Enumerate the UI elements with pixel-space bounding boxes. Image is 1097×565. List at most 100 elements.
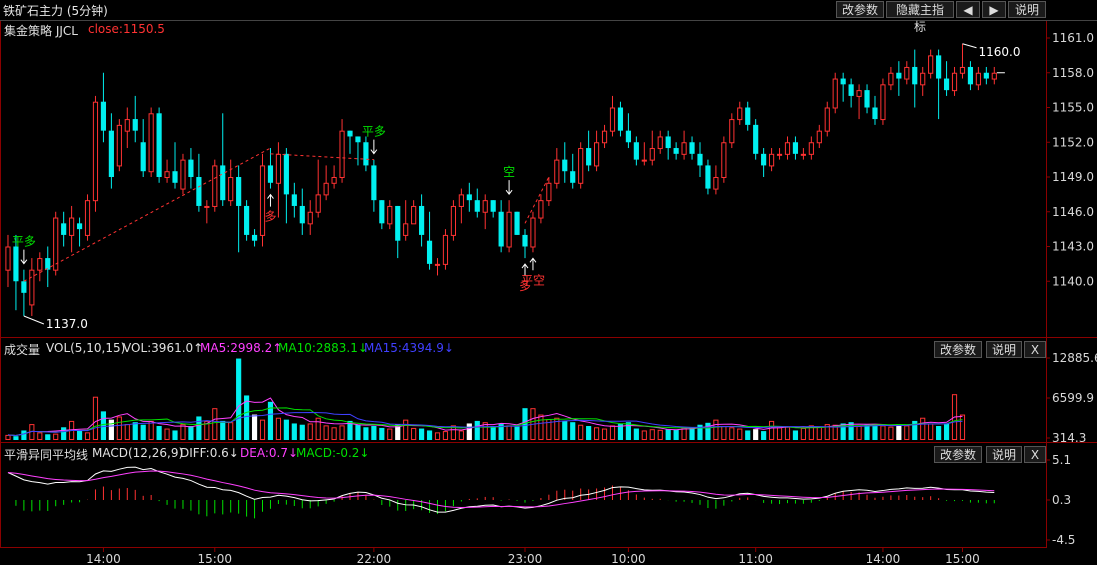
strategy-name: 集金策略 JJCL [4, 24, 78, 38]
candle-body-down [586, 148, 592, 166]
macd-tick-label: 0.3 [1052, 493, 1071, 507]
candle-body-up [951, 72, 958, 92]
volume-change-params-button[interactable]: 改参数 [934, 341, 982, 358]
candle-body-up [776, 153, 783, 156]
volume-bar-down [745, 430, 751, 440]
volume-bar-up [601, 428, 608, 440]
volume-bar-up [323, 425, 329, 440]
candle-body-up [228, 177, 234, 202]
volume-bar-up [856, 425, 862, 441]
low-price-pointer [23, 315, 45, 325]
candle-body-down [522, 234, 528, 247]
candle-body-up [442, 234, 449, 265]
volume-bar-up [737, 428, 743, 440]
candle-body-up [554, 159, 560, 184]
candle-body-up [888, 72, 894, 86]
scroll-right-button[interactable]: ▶ [982, 1, 1006, 18]
candle-body-up [92, 101, 99, 202]
candle-body-up [737, 107, 743, 121]
ma5-value: MA5:2998.2↑ [200, 341, 283, 355]
candle-body-down [251, 234, 258, 241]
candle-body-up [594, 142, 600, 167]
volume-bar-up [5, 434, 11, 440]
price-tick-label: 1152.0 [1052, 135, 1094, 149]
price-tick-label: 1149.0 [1052, 170, 1094, 184]
candle-body-down [132, 119, 138, 131]
candle-body-up [506, 211, 512, 248]
candle-body-up [824, 107, 830, 132]
candle-body-up [307, 211, 313, 225]
candle-body-up [991, 72, 997, 80]
volume-bar-up [331, 427, 337, 440]
candle-body-up [339, 130, 345, 179]
signal-down-arrow [505, 180, 513, 196]
candle-body-down [220, 165, 226, 201]
chart-canvas: 1161.0 1158.0 1155.0 1152.0 1149.0 1146.0 1143… [0, 20, 1097, 565]
volume-bar-down [633, 428, 639, 440]
volume-bar-up [403, 419, 409, 440]
candle-body-up [784, 142, 791, 155]
candle-body-up [434, 263, 441, 266]
volume-bar-up [434, 432, 441, 441]
volume-bar-down [864, 424, 870, 440]
volume-bar-down [753, 429, 759, 440]
candle-body-down [100, 101, 107, 131]
change-params-button[interactable]: 改参数 [836, 1, 884, 18]
volume-bar-down [466, 423, 472, 440]
candle-body-up [768, 153, 775, 167]
volume-bar-up [164, 428, 170, 440]
volume-bar-up [387, 428, 393, 440]
macd-tick-label: 5.1 [1052, 453, 1071, 467]
volume-bar-up [538, 414, 544, 441]
volume-bar-up [649, 429, 655, 441]
candle-body-down [617, 107, 624, 131]
signal-down-arrow [370, 139, 378, 155]
macd-help-button[interactable]: 说明 [986, 446, 1022, 463]
candle-body-up [641, 159, 647, 162]
candle-body-up [212, 165, 218, 207]
hide-main-indicator-button[interactable]: 隐藏主指标 [886, 1, 954, 34]
candle-body-up [315, 194, 321, 213]
volume-tick-label: 6599.9 [1052, 391, 1094, 405]
volume-bar-down [689, 427, 695, 440]
volume-help-button[interactable]: 说明 [986, 341, 1022, 358]
help-button[interactable]: 说明 [1008, 1, 1046, 18]
candle-body-down [61, 223, 67, 235]
candle-body-up [713, 177, 719, 190]
signal-label: 多 [264, 210, 276, 224]
candle-body-up [482, 200, 488, 213]
price-tick-label: 1155.0 [1052, 101, 1094, 115]
candle-body-up [856, 90, 862, 97]
candle-body-down [745, 107, 751, 125]
scroll-left-button[interactable]: ◀ [956, 1, 980, 18]
signal-up-arrow [267, 193, 274, 207]
volume-bar-up [307, 423, 313, 441]
volume-bar-down [625, 422, 631, 440]
volume-bar-down [474, 420, 480, 440]
volume-bar-down [45, 434, 51, 440]
title-bar: 铁矿石主力 (5分钟) 改参数 隐藏主指标 ◀ ▶ 说明 [0, 0, 1097, 34]
candle-body-down [395, 205, 401, 241]
price-tick-label: 1158.0 [1052, 66, 1094, 80]
candle-body-up [5, 246, 11, 271]
macd-params: MACD(12,26,9) [92, 446, 184, 460]
candle-body-down [689, 142, 695, 154]
signal-label: 平多 [12, 235, 36, 249]
volume-close-button[interactable]: X [1024, 341, 1046, 358]
position-dashed-line [524, 176, 550, 224]
volume-bar-down [355, 424, 361, 440]
candle-body-down [299, 205, 305, 224]
candle-body-down [474, 200, 480, 212]
candle-body-up [180, 159, 186, 190]
candle-body-up [729, 119, 735, 144]
candle-body-down [753, 124, 759, 154]
volume-bar-up [816, 426, 822, 441]
macd-change-params-button[interactable]: 改参数 [934, 446, 982, 463]
candle-body-up [331, 177, 337, 184]
volume-bar-down [251, 414, 258, 440]
candle-body-down [840, 78, 846, 85]
candle-body-down [673, 148, 679, 154]
candle-body-down [912, 66, 918, 85]
time-tick-label: 22:00 [357, 552, 392, 565]
macd-close-button[interactable]: X [1024, 446, 1046, 463]
